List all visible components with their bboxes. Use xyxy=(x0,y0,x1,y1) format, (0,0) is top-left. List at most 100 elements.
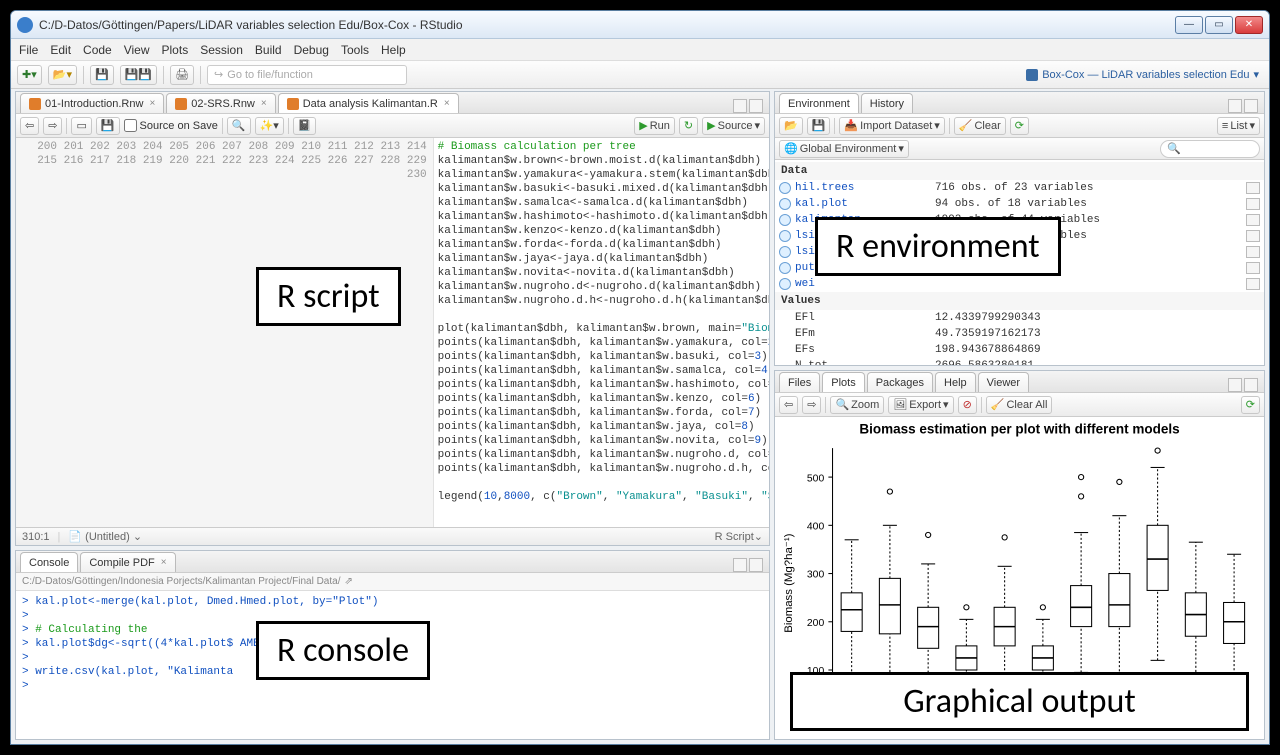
annotation-script: R script xyxy=(256,267,401,326)
expand-icon[interactable] xyxy=(779,262,791,274)
source-pane: 01-Introduction.Rnw×02-SRS.Rnw×Data anal… xyxy=(15,91,770,546)
env-scope-selector[interactable]: 🌐 Global Environment▾ xyxy=(779,140,909,158)
run-button[interactable]: ▶Run xyxy=(634,117,675,135)
plot-prev-button[interactable]: ⇦ xyxy=(779,396,798,414)
import-dataset-button[interactable]: 📥 Import Dataset▾ xyxy=(839,117,944,135)
save-button[interactable]: 💾 xyxy=(96,117,120,135)
menu-build[interactable]: Build xyxy=(255,43,282,57)
svg-text:400: 400 xyxy=(807,521,825,532)
env-search-input[interactable]: 🔍 xyxy=(1160,140,1260,158)
load-workspace-button[interactable]: 📂 xyxy=(779,117,803,135)
close-button[interactable]: ✕ xyxy=(1235,16,1263,34)
menu-debug[interactable]: Debug xyxy=(294,43,329,57)
menu-plots[interactable]: Plots xyxy=(162,43,189,57)
find-button[interactable]: 🔍 xyxy=(227,117,251,135)
clear-env-button[interactable]: 🧹 Clear xyxy=(954,117,1006,135)
grid-icon[interactable] xyxy=(1246,214,1260,226)
source-button[interactable]: ▶Source▾ xyxy=(702,117,765,135)
source-tab[interactable]: Data analysis Kalimantan.R× xyxy=(278,93,459,113)
env-data-row[interactable]: wei xyxy=(775,276,1264,292)
svg-text:Biomass estimation per plot wi: Biomass estimation per plot with differe… xyxy=(859,422,1179,437)
tab-viewer[interactable]: Viewer xyxy=(978,372,1029,392)
pane-min-icon[interactable] xyxy=(733,558,747,572)
refresh-plot-button[interactable]: ⟳ xyxy=(1241,396,1260,414)
grid-icon[interactable] xyxy=(1246,246,1260,258)
menu-session[interactable]: Session xyxy=(200,43,243,57)
expand-icon[interactable] xyxy=(779,278,791,290)
pane-max-icon[interactable] xyxy=(749,99,763,113)
new-file-button[interactable]: ✚▾ xyxy=(17,65,42,85)
menu-view[interactable]: View xyxy=(124,43,150,57)
expand-icon[interactable] xyxy=(779,182,791,194)
grid-icon[interactable] xyxy=(1246,230,1260,242)
tab-packages[interactable]: Packages xyxy=(867,372,933,392)
save-workspace-button[interactable]: 💾 xyxy=(807,117,831,135)
expand-icon[interactable] xyxy=(779,198,791,210)
maximize-button[interactable]: ▭ xyxy=(1205,16,1233,34)
env-view-mode[interactable]: ≡ List▾ xyxy=(1217,117,1260,135)
menu-file[interactable]: File xyxy=(19,43,38,57)
menu-tools[interactable]: Tools xyxy=(341,43,369,57)
project-selector[interactable]: Box-Cox — LiDAR variables selection Edu▾ xyxy=(1026,68,1263,81)
env-data-row[interactable]: hil.trees716 obs. of 23 variables xyxy=(775,180,1264,196)
tab-environment[interactable]: Environment xyxy=(779,93,859,113)
close-icon[interactable]: × xyxy=(161,557,167,568)
expand-icon[interactable] xyxy=(779,214,791,226)
close-icon[interactable]: × xyxy=(149,98,155,109)
source-tab[interactable]: 02-SRS.Rnw× xyxy=(166,93,275,113)
menubar: File Edit Code View Plots Session Build Debug To… xyxy=(11,39,1269,61)
pane-min-icon[interactable] xyxy=(733,99,747,113)
expand-icon[interactable] xyxy=(779,230,791,242)
main-area: 01-Introduction.Rnw×02-SRS.Rnw×Data anal… xyxy=(11,89,1269,744)
close-icon[interactable]: × xyxy=(261,98,267,109)
section-name[interactable]: 📄 (Untitled) ⌄ xyxy=(68,530,142,543)
print-button[interactable]: 🖨 xyxy=(170,65,194,85)
menu-edit[interactable]: Edit xyxy=(50,43,71,57)
zoom-button[interactable]: 🔍 Zoom xyxy=(830,396,884,414)
source-tabs: 01-Introduction.Rnw×02-SRS.Rnw×Data anal… xyxy=(16,92,769,114)
pane-max-icon[interactable] xyxy=(749,558,763,572)
pane-min-icon[interactable] xyxy=(1228,99,1242,113)
save-all-button[interactable]: 💾💾 xyxy=(120,65,157,85)
source-on-save-toggle[interactable]: Source on Save xyxy=(124,119,218,132)
expand-icon[interactable] xyxy=(779,246,791,258)
open-file-button[interactable]: 📂▾ xyxy=(48,65,77,85)
code-editor[interactable]: 200 201 202 203 204 205 206 207 208 209 … xyxy=(16,138,769,527)
menu-help[interactable]: Help xyxy=(381,43,406,57)
minimize-button[interactable]: — xyxy=(1175,16,1203,34)
pane-max-icon[interactable] xyxy=(1244,378,1258,392)
env-data-row[interactable]: kal.plot94 obs. of 18 variables xyxy=(775,196,1264,212)
menu-code[interactable]: Code xyxy=(83,43,112,57)
console-pane: Console Compile PDF× C:/D-Datos/Göttinge… xyxy=(15,550,770,740)
plot-next-button[interactable]: ⇨ xyxy=(802,396,821,414)
tab-plots[interactable]: Plots xyxy=(822,372,864,392)
pane-max-icon[interactable] xyxy=(1244,99,1258,113)
forward-button[interactable]: ⇨ xyxy=(43,117,62,135)
file-type-label: R Script xyxy=(715,531,754,543)
show-in-new-button[interactable]: ▭ xyxy=(71,117,91,135)
grid-icon[interactable] xyxy=(1246,278,1260,290)
wand-button[interactable]: ✨▾ xyxy=(255,117,284,135)
grid-icon[interactable] xyxy=(1246,262,1260,274)
clear-all-plots-button[interactable]: 🧹 Clear All xyxy=(986,396,1053,414)
close-icon[interactable]: × xyxy=(444,98,450,109)
refresh-env-button[interactable]: ⟳ xyxy=(1010,117,1029,135)
rerun-button[interactable]: ↻ xyxy=(679,117,698,135)
back-button[interactable]: ⇦ xyxy=(20,117,39,135)
notebook-button[interactable]: 📓 xyxy=(293,117,317,135)
tab-console[interactable]: Console xyxy=(20,552,78,572)
save-button[interactable]: 💾 xyxy=(90,65,114,85)
grid-icon[interactable] xyxy=(1246,198,1260,210)
tab-help[interactable]: Help xyxy=(935,372,976,392)
remove-plot-button[interactable]: ⊘ xyxy=(958,396,977,414)
goto-file-input[interactable]: ↪Go to file/function xyxy=(207,65,407,85)
grid-icon[interactable] xyxy=(1246,182,1260,194)
export-button[interactable]: 🖼 Export▾ xyxy=(888,396,953,414)
tab-files[interactable]: Files xyxy=(779,372,820,392)
plots-pane: Files Plots Packages Help Viewer ⇦ ⇨ 🔍 Z… xyxy=(774,370,1265,740)
pane-min-icon[interactable] xyxy=(1228,378,1242,392)
tab-history[interactable]: History xyxy=(861,93,913,113)
source-tab[interactable]: 01-Introduction.Rnw× xyxy=(20,93,164,113)
env-tabs: Environment History xyxy=(775,92,1264,114)
tab-compile-pdf[interactable]: Compile PDF× xyxy=(80,552,175,572)
